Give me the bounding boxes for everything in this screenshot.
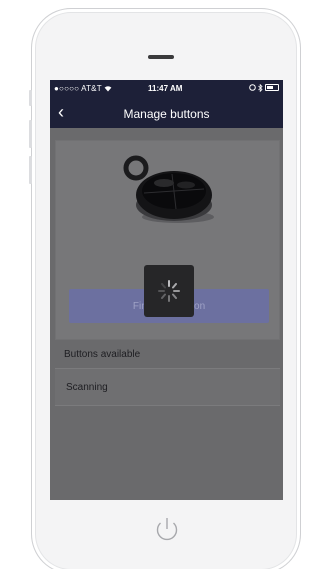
- volume-down-button: [29, 156, 32, 184]
- bluetooth-icon: [257, 83, 263, 93]
- bluetooth-tracker-device-image: [123, 155, 214, 223]
- loading-spinner-icon: [158, 280, 180, 302]
- status-icons: [248, 83, 279, 93]
- carrier-label: ●○○○○ AT&T: [54, 84, 112, 93]
- list-item[interactable]: Scanning: [55, 368, 280, 406]
- app-screen: ●○○○○ AT&T 11:47 AM ‹ Manage buttons Fin…: [50, 80, 283, 500]
- volume-up-button: [29, 120, 32, 148]
- loading-overlay: [144, 265, 194, 317]
- phone-speaker: [148, 55, 174, 59]
- battery-icon: [265, 84, 279, 92]
- nav-bar: ‹ Manage buttons: [50, 98, 283, 128]
- status-time: 11:47 AM: [148, 84, 183, 93]
- status-bar: ●○○○○ AT&T 11:47 AM: [50, 80, 283, 98]
- page-title: Manage buttons: [123, 107, 210, 121]
- alarm-icon: [248, 84, 256, 92]
- mute-switch: [29, 90, 32, 106]
- section-header-buttons-available: Buttons available: [64, 349, 141, 360]
- power-icon[interactable]: [150, 512, 184, 546]
- list-item-label: Scanning: [66, 382, 108, 393]
- wifi-icon: [104, 86, 112, 92]
